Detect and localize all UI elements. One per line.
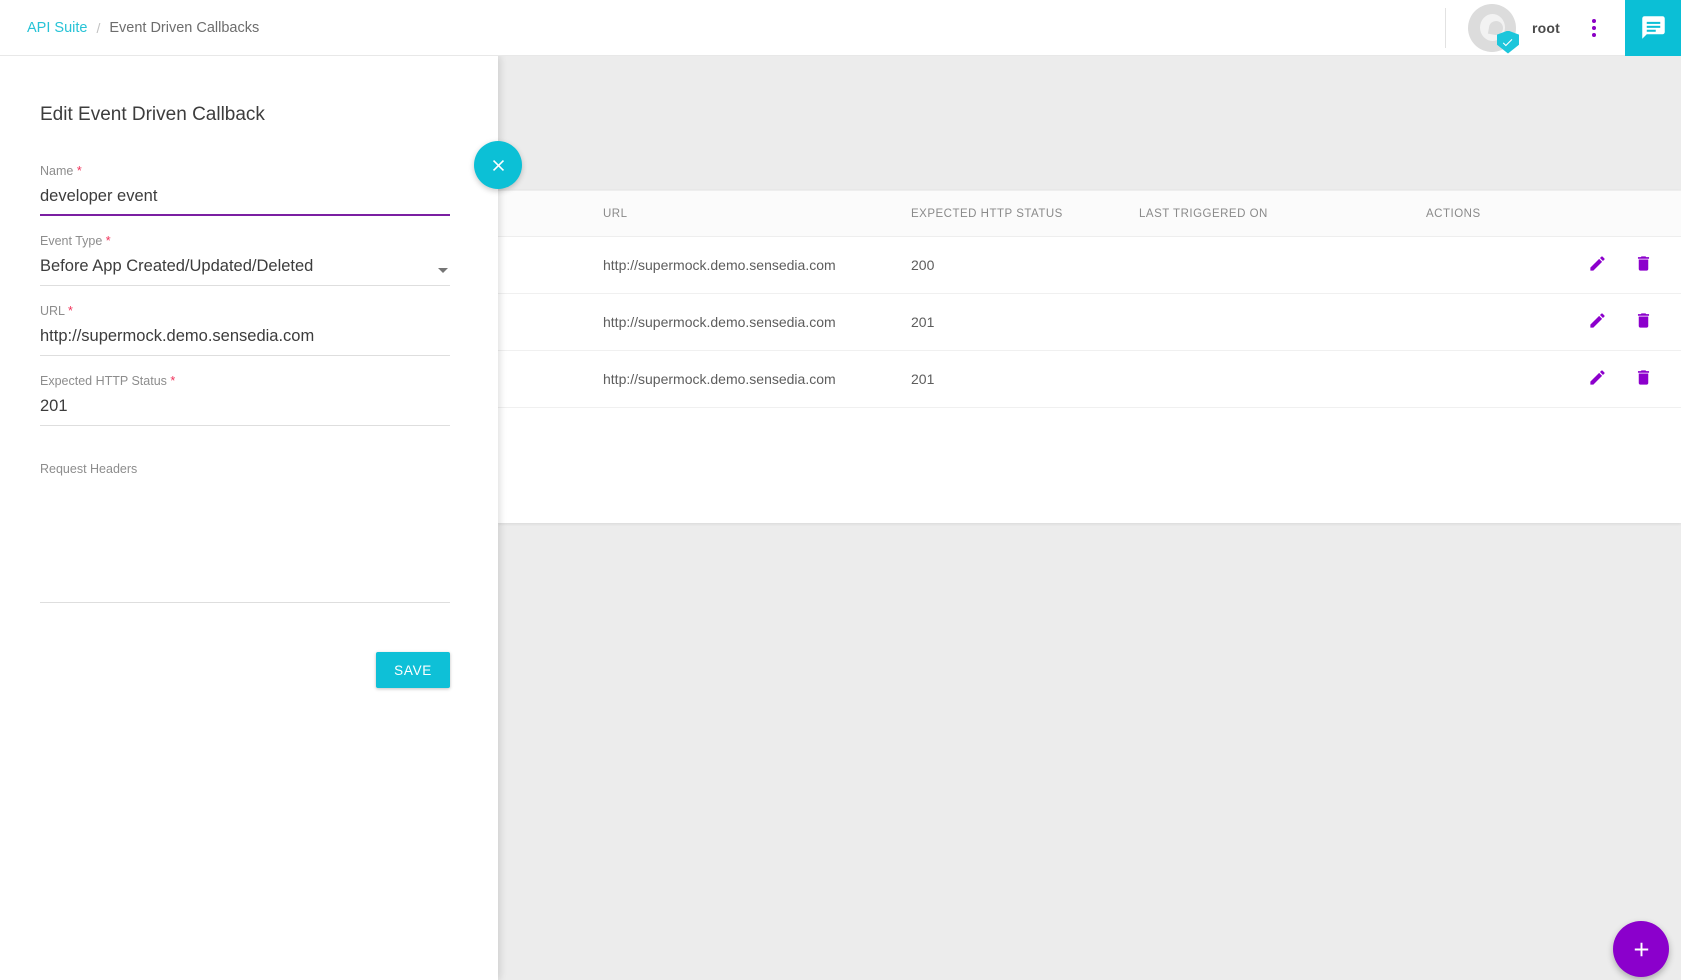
column-header-url: URL xyxy=(498,191,898,237)
delete-trash-icon[interactable] xyxy=(1634,254,1653,273)
form-actions: SAVE xyxy=(40,652,450,688)
field-event-type: Event Type * Before App Created/Updated/… xyxy=(40,234,450,286)
table-header: URL EXPECTED HTTP STATUS LAST TRIGGERED … xyxy=(498,191,1681,237)
cell-url: http://supermock.demo.sensedia.com xyxy=(498,294,898,351)
column-header-last-triggered-on: LAST TRIGGERED ON xyxy=(1126,191,1426,237)
user-name-label: root xyxy=(1532,20,1560,36)
save-button[interactable]: SAVE xyxy=(376,652,450,688)
column-header-expected-http-status: EXPECTED HTTP STATUS xyxy=(898,191,1126,237)
field-name: Name * developer event xyxy=(40,164,450,216)
chat-icon[interactable] xyxy=(1625,0,1681,56)
field-label-name: Name * xyxy=(40,164,450,178)
chevron-down-icon[interactable] xyxy=(438,268,448,273)
field-label-expected-http-status: Expected HTTP Status * xyxy=(40,374,450,388)
cell-actions xyxy=(1426,351,1681,408)
more-vertical-icon[interactable] xyxy=(1582,16,1606,40)
close-panel-button[interactable] xyxy=(474,141,522,189)
required-marker: * xyxy=(77,164,82,178)
cell-last-triggered-on xyxy=(1126,237,1426,294)
plus-icon xyxy=(1630,938,1653,961)
close-icon xyxy=(489,156,508,175)
cell-actions xyxy=(1426,294,1681,351)
expected-http-status-input[interactable]: 201 xyxy=(40,395,450,426)
cell-expected-http-status: 201 xyxy=(898,294,1126,351)
cell-expected-http-status: 201 xyxy=(898,351,1126,408)
add-callback-button[interactable] xyxy=(1613,921,1669,977)
cell-actions xyxy=(1426,237,1681,294)
edit-callback-form: Name * developer event Event Type * Befo… xyxy=(40,164,450,688)
table-body: http://supermock.demo.sensedia.com 200 xyxy=(498,237,1681,408)
field-request-headers: Request Headers xyxy=(40,462,450,603)
table-header-row: URL EXPECTED HTTP STATUS LAST TRIGGERED … xyxy=(498,191,1681,237)
callbacks-card: URL EXPECTED HTTP STATUS LAST TRIGGERED … xyxy=(498,190,1681,523)
header-divider xyxy=(1445,8,1446,48)
required-marker: * xyxy=(106,234,111,248)
event-type-select[interactable]: Before App Created/Updated/Deleted xyxy=(40,255,450,286)
required-marker: * xyxy=(170,374,175,388)
url-input[interactable]: http://supermock.demo.sensedia.com xyxy=(40,325,450,356)
required-marker: * xyxy=(68,304,73,318)
edit-callback-panel: Edit Event Driven Callback Name * develo… xyxy=(0,56,498,980)
page-title: Edit Event Driven Callback xyxy=(40,104,265,126)
breadcrumb-separator: / xyxy=(96,20,100,36)
table-row[interactable]: http://supermock.demo.sensedia.com 201 xyxy=(498,351,1681,408)
breadcrumb: API Suite / Event Driven Callbacks xyxy=(27,20,259,36)
field-label-event-type: Event Type * xyxy=(40,234,450,248)
request-headers-textarea[interactable] xyxy=(40,485,450,603)
cell-last-triggered-on xyxy=(1126,351,1426,408)
app-header: API Suite / Event Driven Callbacks root xyxy=(0,0,1681,56)
edit-pencil-icon[interactable] xyxy=(1588,368,1607,387)
name-input[interactable]: developer event xyxy=(40,185,450,216)
avatar[interactable] xyxy=(1468,4,1516,52)
cell-url: http://supermock.demo.sensedia.com xyxy=(498,237,898,294)
callbacks-table: URL EXPECTED HTTP STATUS LAST TRIGGERED … xyxy=(498,190,1681,408)
field-expected-http-status: Expected HTTP Status * 201 xyxy=(40,374,450,426)
table-row[interactable]: http://supermock.demo.sensedia.com 201 xyxy=(498,294,1681,351)
column-header-actions: ACTIONS xyxy=(1426,191,1681,237)
field-url: URL * http://supermock.demo.sensedia.com xyxy=(40,304,450,356)
edit-pencil-icon[interactable] xyxy=(1588,311,1607,330)
breadcrumb-current-page: Event Driven Callbacks xyxy=(109,20,259,36)
cell-url: http://supermock.demo.sensedia.com xyxy=(498,351,898,408)
breadcrumb-link-api-suite[interactable]: API Suite xyxy=(27,20,87,36)
cell-last-triggered-on xyxy=(1126,294,1426,351)
header-actions: root xyxy=(1445,0,1681,55)
delete-trash-icon[interactable] xyxy=(1634,368,1653,387)
edit-pencil-icon[interactable] xyxy=(1588,254,1607,273)
cell-expected-http-status: 200 xyxy=(898,237,1126,294)
delete-trash-icon[interactable] xyxy=(1634,311,1653,330)
field-label-request-headers: Request Headers xyxy=(40,462,450,476)
table-row[interactable]: http://supermock.demo.sensedia.com 200 xyxy=(498,237,1681,294)
field-label-url: URL * xyxy=(40,304,450,318)
